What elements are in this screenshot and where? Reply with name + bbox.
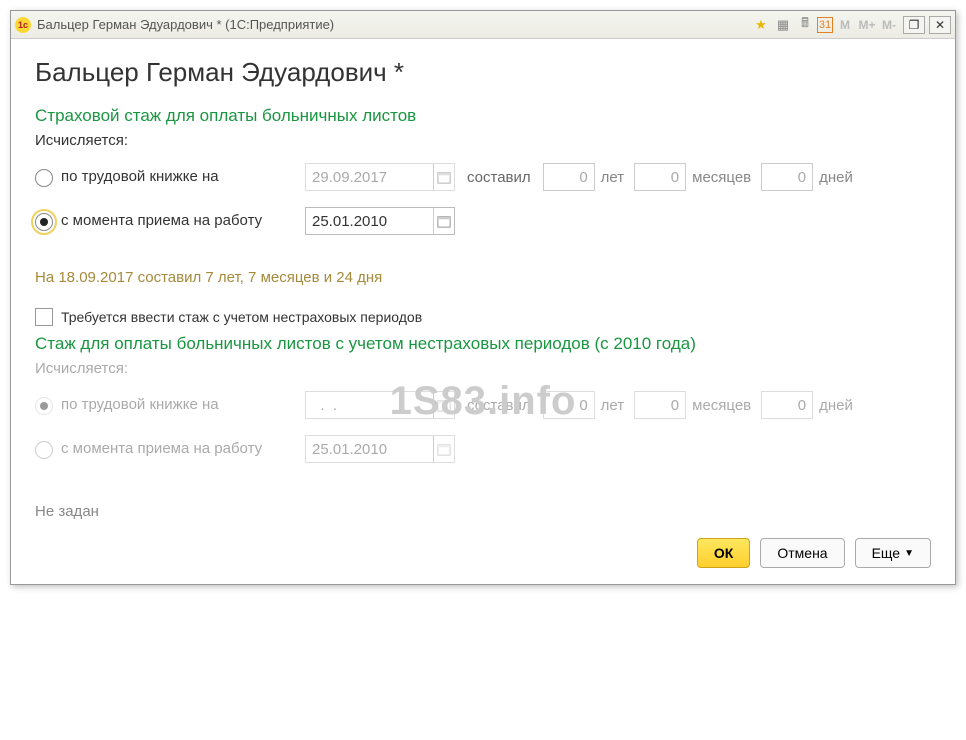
m-icon[interactable]: M	[835, 15, 855, 35]
title-actions: ★ ▦ 🖩 31 M M+ M- ❐ ✕	[751, 15, 951, 35]
days-field-1[interactable]	[761, 163, 813, 191]
book-date-field[interactable]	[305, 163, 455, 191]
book-date-input[interactable]	[306, 169, 433, 186]
page-title: Бальцер Герман Эдуардович *	[35, 57, 931, 88]
more-button-label: Еще	[872, 545, 901, 561]
radio2-by-hire-label: с момента приема на работу	[61, 440, 262, 459]
radio2-by-book	[35, 397, 53, 415]
app-window: 1c Бальцер Герман Эдуардович * (1С:Предп…	[10, 10, 956, 585]
hire-date-input[interactable]	[306, 213, 433, 230]
compose-label-1: составил	[467, 169, 531, 186]
years-field-2	[543, 391, 595, 419]
nonins-checkbox-row: Требуется ввести стаж с учетом нестрахов…	[35, 308, 931, 326]
window-restore-button[interactable]: ❐	[903, 16, 925, 34]
app-icon: 1c	[15, 17, 31, 33]
window-title: Бальцер Герман Эдуардович * (1С:Предприя…	[37, 17, 751, 32]
chevron-down-icon: ▼	[904, 548, 914, 559]
days-field-2	[761, 391, 813, 419]
mminus-icon[interactable]: M-	[879, 15, 899, 35]
radio-by-hire-label: с момента приема на работу	[61, 212, 262, 231]
section2-notset: Не задан	[35, 503, 931, 520]
more-button[interactable]: Еще ▼	[855, 538, 931, 568]
titlebar: 1c Бальцер Герман Эдуардович * (1С:Предп…	[11, 11, 955, 39]
years-unit-1: лет	[601, 169, 624, 186]
months-unit-2: месяцев	[692, 397, 751, 414]
book2-date-field	[305, 391, 455, 419]
footer: ОК Отмена Еще ▼	[35, 528, 931, 570]
section2-calc-label: Исчисляется:	[35, 360, 931, 377]
months-unit-1: месяцев	[692, 169, 751, 186]
radio2-by-hire	[35, 441, 53, 459]
section1-row-hire: с момента приема на работу	[35, 201, 931, 241]
days-unit-2: дней	[819, 397, 853, 414]
years-unit-2: лет	[601, 397, 624, 414]
section2-title: Стаж для оплаты больничных листов с учет…	[35, 334, 931, 354]
months-field-1[interactable]	[634, 163, 686, 191]
radio-by-hire[interactable]	[35, 213, 53, 231]
section1-row-book: по трудовой книжке на составил лет месяц…	[35, 157, 931, 197]
calendar-icon[interactable]: 31	[817, 17, 833, 33]
days-unit-1: дней	[819, 169, 853, 186]
content-area: Бальцер Герман Эдуардович * Страховой ст…	[11, 39, 955, 584]
window-close-button[interactable]: ✕	[929, 16, 951, 34]
calculator-icon[interactable]: 🖩	[795, 15, 815, 35]
radio-by-book-label: по трудовой книжке на	[61, 168, 219, 187]
section1-summary: На 18.09.2017 составил 7 лет, 7 месяцев …	[35, 269, 931, 286]
months-field-2	[634, 391, 686, 419]
section1-title: Страховой стаж для оплаты больничных лис…	[35, 106, 931, 126]
radio-by-book[interactable]	[35, 169, 53, 187]
hire2-date-input	[306, 441, 433, 458]
compose-label-2: составил	[467, 397, 531, 414]
hire-date-field[interactable]	[305, 207, 455, 235]
nonins-checkbox[interactable]	[35, 308, 53, 326]
cancel-button[interactable]: Отмена	[760, 538, 844, 568]
book2-date-picker-icon	[433, 392, 454, 418]
ok-button[interactable]: ОК	[697, 538, 750, 568]
section2-row-hire: с момента приема на работу	[35, 429, 931, 469]
nonins-checkbox-label: Требуется ввести стаж с учетом нестрахов…	[61, 309, 422, 325]
mplus-icon[interactable]: M+	[857, 15, 877, 35]
book2-date-input	[306, 397, 433, 414]
radio2-by-book-label: по трудовой книжке на	[61, 396, 219, 415]
hire2-date-picker-icon	[433, 436, 454, 462]
hire2-date-field	[305, 435, 455, 463]
hire-date-picker-icon[interactable]	[433, 208, 454, 234]
grid-icon[interactable]: ▦	[773, 15, 793, 35]
years-field-1[interactable]	[543, 163, 595, 191]
book-date-picker-icon[interactable]	[433, 164, 454, 190]
section2-row-book: по трудовой книжке на составил лет месяц…	[35, 385, 931, 425]
favorite-icon[interactable]: ★	[751, 15, 771, 35]
section1-calc-label: Исчисляется:	[35, 132, 931, 149]
